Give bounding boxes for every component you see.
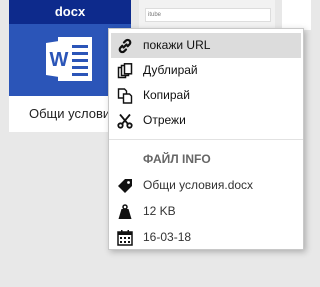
menu-item-duplicate[interactable]: Дублирай bbox=[109, 58, 303, 83]
file-info-date-text: 16-03-18 bbox=[143, 230, 192, 244]
weight-icon bbox=[117, 203, 133, 219]
file-info-date: 16-03-18 bbox=[109, 224, 303, 250]
menu-item-label: Отрежи bbox=[143, 113, 186, 127]
calendar-icon bbox=[117, 229, 133, 246]
file-info-size-text: 12 KB bbox=[143, 204, 176, 218]
menu-item-label: покажи URL bbox=[143, 38, 211, 52]
menu-item-copy[interactable]: Копирай bbox=[109, 83, 303, 108]
file-type-label: docx bbox=[9, 0, 131, 24]
file-info-name: Общи условия.docx bbox=[109, 172, 303, 198]
tag-icon bbox=[117, 177, 133, 193]
file-info-size: 12 KB bbox=[109, 198, 303, 224]
link-icon bbox=[117, 38, 133, 54]
menu-item-label: Копирай bbox=[143, 88, 190, 102]
svg-text:W: W bbox=[50, 49, 69, 71]
copy-icon bbox=[117, 88, 133, 104]
file-tile-2[interactable]: itube bbox=[139, 0, 275, 30]
file-info-name-text: Общи условия.docx bbox=[143, 178, 254, 192]
word-icon: W bbox=[40, 33, 100, 88]
context-menu: покажи URL Дублирай Копирай Отрежи ФАЙЛ … bbox=[108, 28, 304, 250]
menu-divider bbox=[109, 139, 303, 140]
file-info-title: ФАЙЛ INFO bbox=[143, 152, 211, 166]
thumbnail-preview: itube bbox=[145, 8, 271, 22]
menu-item-show-url[interactable]: покажи URL bbox=[111, 33, 301, 58]
menu-item-label: Дублирай bbox=[143, 63, 198, 77]
duplicate-icon bbox=[117, 63, 133, 79]
scissors-icon bbox=[117, 113, 133, 129]
menu-item-cut[interactable]: Отрежи bbox=[109, 108, 303, 133]
file-tile-3[interactable] bbox=[282, 0, 311, 30]
